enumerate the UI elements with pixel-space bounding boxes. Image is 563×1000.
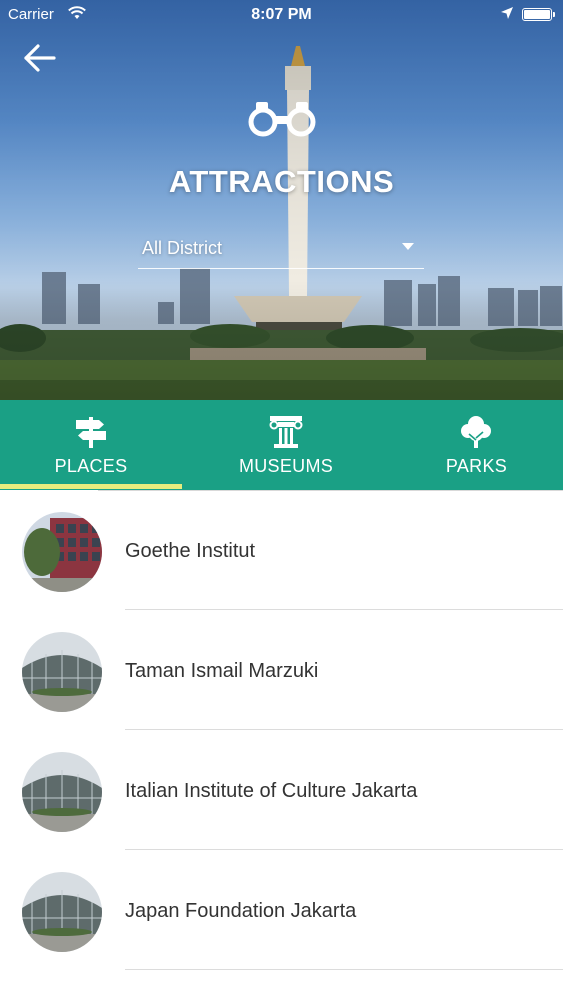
tab-parks-label: PARKS xyxy=(445,456,508,476)
tree-icon xyxy=(461,416,491,448)
place-thumbnail xyxy=(22,632,102,712)
category-tab-bar: PLACES MUSEUMS PARKS xyxy=(0,400,563,490)
status-bar: Carrier 8:07 PM xyxy=(0,0,563,30)
hero-banner xyxy=(0,0,563,400)
place-name: Goethe Institut xyxy=(125,540,256,562)
place-name: Italian Institute of Culture Jakarta xyxy=(125,780,418,802)
tab-museums[interactable]: MUSEUMS xyxy=(182,400,390,490)
battery-icon xyxy=(522,8,555,21)
tab-parks[interactable]: PARKS xyxy=(390,400,563,490)
district-select[interactable]: All District xyxy=(138,234,424,269)
list-item[interactable]: Japan Foundation Jakarta xyxy=(0,850,563,970)
tab-places[interactable]: PLACES xyxy=(0,400,182,490)
list-item[interactable]: Italian Institute of Culture Jakarta xyxy=(0,730,563,850)
chevron-down-icon xyxy=(402,243,414,250)
district-select-value: All District xyxy=(142,238,222,258)
active-tab-indicator xyxy=(0,484,182,489)
list-item[interactable]: Taman Ismail Marzuki xyxy=(0,610,563,730)
column-icon xyxy=(269,416,303,448)
arrow-left-icon[interactable] xyxy=(20,40,60,76)
place-thumbnail xyxy=(22,872,102,952)
location-arrow-icon xyxy=(501,7,513,19)
tab-places-label: PLACES xyxy=(54,456,128,476)
place-name: Taman Ismail Marzuki xyxy=(125,660,319,682)
binoculars-icon xyxy=(248,102,316,137)
list-item[interactable]: Goethe Institut xyxy=(0,490,563,610)
clock: 8:07 PM xyxy=(251,6,312,23)
tab-museums-label: MUSEUMS xyxy=(238,456,334,476)
place-thumbnail xyxy=(22,512,102,592)
place-name: Japan Foundation Jakarta xyxy=(125,900,357,922)
page-title: ATTRACTIONS xyxy=(168,164,395,199)
signpost-icon xyxy=(76,417,106,448)
place-thumbnail xyxy=(22,752,102,832)
